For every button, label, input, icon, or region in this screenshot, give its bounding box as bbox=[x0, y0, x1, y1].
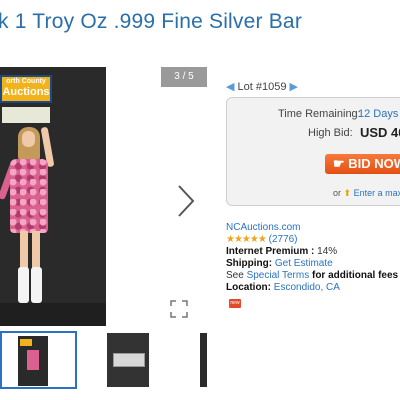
sign-line1: orth County bbox=[6, 78, 46, 85]
image-counter: 3 / 5 bbox=[161, 67, 207, 87]
item-title: k 1 Troy Oz .999 Fine Silver Bar bbox=[0, 10, 303, 33]
max-bid-link[interactable]: Enter a maxim bbox=[354, 188, 400, 198]
max-bid-line: or ⬆ Enter a maxim bbox=[333, 188, 400, 199]
thumbnail-selected[interactable] bbox=[0, 331, 77, 389]
special-terms-link[interactable]: Special Terms bbox=[247, 270, 310, 281]
lot-number: Lot #1059 bbox=[237, 81, 287, 93]
seller-info: NCAuctions.com ★★★★★ (2776) Internet Pre… bbox=[226, 222, 400, 294]
silver-bar-image bbox=[113, 353, 145, 367]
high-bid-label: High Bid: bbox=[308, 127, 353, 139]
shipping-label: Shipping: bbox=[226, 258, 273, 269]
time-remaining-value: 12 Days 2 bbox=[358, 108, 400, 120]
main-photo[interactable]: orth County Auctions bbox=[0, 67, 106, 326]
next-image-icon[interactable] bbox=[176, 183, 196, 219]
bid-box: Time Remaining: 12 Days 2 High Bid: USD … bbox=[226, 97, 400, 206]
thumbnail-strip bbox=[0, 331, 207, 391]
model-dress bbox=[10, 159, 48, 233]
thumb-sign bbox=[20, 339, 32, 346]
location-link[interactable]: Escondido, CA bbox=[274, 282, 340, 293]
rating-count-link[interactable]: (2776) bbox=[269, 234, 298, 245]
fullscreen-icon[interactable] bbox=[170, 300, 188, 318]
seller-name-link[interactable]: NCAuctions.com bbox=[226, 222, 300, 233]
location-label: Location: bbox=[226, 282, 271, 293]
premium-value: 14% bbox=[317, 246, 338, 257]
auction-sign: orth County Auctions bbox=[0, 75, 52, 103]
placard bbox=[2, 107, 50, 123]
time-remaining-label: Time Remaining: bbox=[278, 108, 361, 120]
model-face bbox=[22, 131, 35, 147]
hand-icon: ☛ bbox=[333, 156, 349, 171]
sign-line2: Auctions bbox=[2, 86, 50, 98]
rating-stars-icon: ★★★★★ bbox=[226, 234, 267, 245]
premium-label: Internet Premium : bbox=[226, 246, 315, 257]
or-text: or bbox=[333, 188, 342, 198]
bid-now-button[interactable]: ☛ BID NOW bbox=[325, 154, 400, 174]
model-boot bbox=[18, 267, 29, 303]
model-boot bbox=[31, 267, 42, 303]
arrow-up-icon: ⬆ bbox=[343, 188, 352, 198]
shipping-estimate-link[interactable]: Get Estimate bbox=[275, 258, 333, 269]
prev-lot-icon[interactable]: ◀ bbox=[226, 81, 234, 93]
lot-nav: ◀ Lot #1059 ▶ bbox=[226, 80, 298, 93]
high-bid-value: USD 40 bbox=[360, 125, 400, 140]
new-badge: new bbox=[229, 299, 241, 308]
thumbnail-partial[interactable] bbox=[200, 333, 207, 387]
see-text: See bbox=[226, 270, 244, 281]
floor bbox=[0, 303, 106, 326]
image-gallery: orth County Auctions 3 / 5 bbox=[0, 67, 207, 326]
next-lot-icon[interactable]: ▶ bbox=[290, 81, 298, 93]
terms-suffix: for additional fees bbox=[311, 270, 399, 281]
thumb-dress bbox=[27, 350, 39, 370]
thumbnail-image bbox=[18, 336, 48, 386]
bid-now-label: BID NOW bbox=[348, 156, 400, 171]
thumbnail-silver-bar[interactable] bbox=[107, 333, 149, 387]
